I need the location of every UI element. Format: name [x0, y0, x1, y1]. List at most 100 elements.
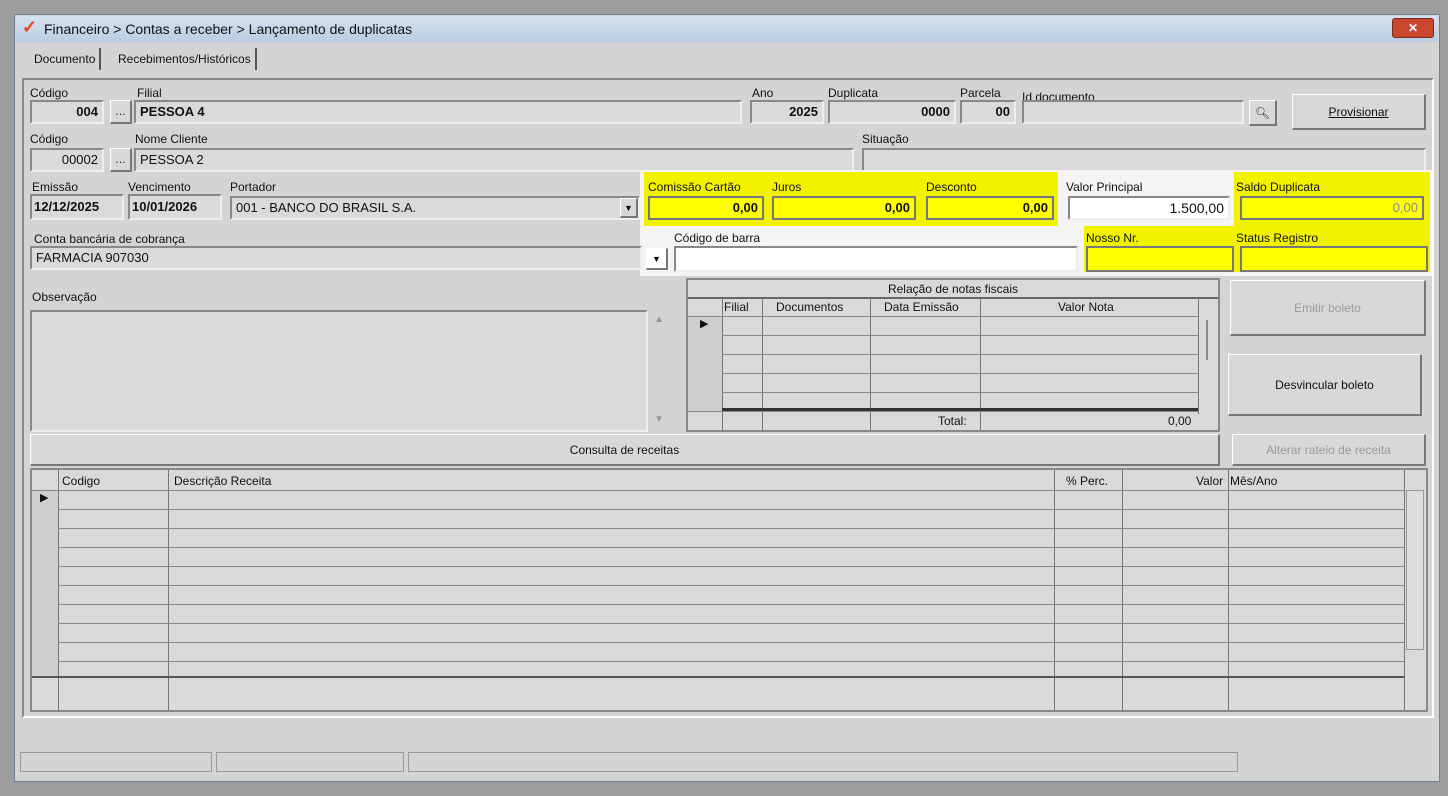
desconto-label: Desconto: [926, 180, 977, 194]
row-pointer-icon: ▶: [700, 318, 709, 330]
desconto-input[interactable]: 0,00: [926, 196, 1054, 220]
situacao-label: Situação: [862, 132, 909, 146]
comissao-input[interactable]: 0,00: [648, 196, 764, 220]
portador-label: Portador: [230, 180, 277, 194]
col-codigo[interactable]: Codigo: [62, 474, 100, 488]
duplicata-label: Duplicata: [828, 86, 879, 100]
notas-fiscais-grid[interactable]: Relação de notas fiscais Filial Document…: [686, 278, 1220, 432]
col-filial[interactable]: Filial: [724, 300, 749, 314]
grid-column-divider: [1228, 470, 1229, 710]
grid-column-divider: [58, 470, 59, 710]
title-bar: ✓ Financeiro > Contas a receber > Lançam…: [16, 16, 1438, 42]
col-documentos[interactable]: Documentos: [776, 300, 843, 314]
filial-codigo-label: Código: [30, 86, 69, 100]
juros-input[interactable]: 0,00: [772, 196, 916, 220]
filial-input[interactable]: PESSOA 4: [134, 100, 742, 124]
col-valor[interactable]: Valor: [1196, 474, 1223, 488]
grid-row-divider: [32, 528, 1404, 529]
desvincular-boleto-button[interactable]: Desvincular boleto: [1228, 354, 1422, 416]
portador-dropdown-icon[interactable]: ▼: [620, 198, 638, 218]
consulta-receitas-button[interactable]: Consulta de receitas: [30, 434, 1220, 466]
filial-label: Filial: [137, 86, 162, 100]
conta-dropdown-icon[interactable]: ▼: [646, 248, 668, 270]
id-documento-input[interactable]: [1022, 100, 1244, 124]
search-button[interactable]: 🔍︎: [1249, 100, 1277, 126]
grid-total-divider: [688, 408, 1198, 411]
grid-column-divider: [1404, 470, 1405, 710]
close-button[interactable]: ✕: [1392, 18, 1434, 38]
grid-row-divider: [32, 604, 1404, 605]
notas-total-label: Total:: [938, 414, 967, 428]
grid-row-divider: [32, 566, 1404, 567]
col-valor-nota[interactable]: Valor Nota: [1058, 300, 1114, 314]
juros-label: Juros: [772, 180, 802, 194]
grid-scrollbar: [1206, 320, 1208, 360]
observacao-textarea[interactable]: [30, 310, 648, 432]
observacao-label: Observação: [32, 290, 97, 304]
ano-input[interactable]: 2025: [750, 100, 824, 124]
tab-documento[interactable]: Documento: [30, 48, 102, 70]
notas-total-value: 0,00: [1168, 414, 1192, 428]
nosso-nr-input[interactable]: [1086, 246, 1234, 272]
status-registro-label: Status Registro: [1236, 231, 1319, 245]
status-registro-input[interactable]: [1240, 246, 1428, 272]
conta-label: Conta bancária de cobrança: [34, 232, 185, 246]
conta-select[interactable]: FARMACIA 907030: [30, 246, 642, 270]
nosso-nr-label: Nosso Nr.: [1086, 231, 1139, 245]
cliente-codigo-label: Código: [30, 132, 69, 146]
grid-row-divider: [32, 547, 1404, 548]
grid-row-divider: [688, 392, 1198, 393]
grid-row-divider: [32, 585, 1404, 586]
duplicata-input[interactable]: 0000: [828, 100, 956, 124]
col-mes-ano[interactable]: Mês/Ano: [1230, 474, 1277, 488]
grid-row-divider: [32, 661, 1404, 662]
alterar-rateio-button[interactable]: Alterar rateio de receita: [1232, 434, 1426, 466]
grid-row-divider: [32, 642, 1404, 643]
grid-row-divider: [688, 411, 1198, 412]
grid-row-divider: [688, 335, 1198, 336]
parcela-label: Parcela: [960, 86, 1001, 100]
notas-grid-title: Relação de notas fiscais: [887, 282, 1019, 296]
saldo-label: Saldo Duplicata: [1236, 180, 1321, 194]
receitas-grid[interactable]: Codigo Descrição Receita % Perc. Valor M…: [30, 468, 1428, 712]
grid-row-divider: [32, 623, 1404, 624]
emitir-boleto-button[interactable]: Emitir boleto: [1230, 280, 1426, 336]
comissao-label: Comissão Cartão: [648, 180, 741, 194]
scroll-up-icon[interactable]: ▲: [654, 314, 664, 325]
vencimento-label: Vencimento: [128, 180, 191, 194]
valor-principal-label: Valor Principal: [1066, 180, 1143, 194]
grid-row-divider: [32, 490, 1404, 491]
filial-lookup-button[interactable]: …: [110, 100, 132, 124]
tab-recebimentos-historicos[interactable]: Recebimentos/Históricos: [114, 48, 257, 70]
nome-cliente-label: Nome Cliente: [135, 132, 208, 146]
vencimento-input[interactable]: 10/01/2026: [128, 194, 222, 220]
status-panel-1: [20, 752, 212, 772]
app-logo-icon: ✓: [22, 17, 38, 37]
provisionar-button[interactable]: Provisionar: [1292, 94, 1426, 130]
window-title: Financeiro > Contas a receber > Lançamen…: [44, 21, 413, 37]
parcela-input[interactable]: 00: [960, 100, 1016, 124]
grid-row-divider: [688, 354, 1198, 355]
col-perc[interactable]: % Perc.: [1066, 474, 1108, 488]
codigo-barra-input[interactable]: [674, 246, 1078, 272]
scroll-down-icon[interactable]: ▼: [654, 414, 664, 425]
portador-select[interactable]: 001 - BANCO DO BRASIL S.A.: [230, 196, 640, 220]
row-pointer-icon: ▶: [40, 492, 49, 504]
emissao-input[interactable]: 12/12/2025: [30, 194, 124, 220]
grid-column-divider: [168, 470, 169, 710]
filial-codigo-input[interactable]: 004: [30, 100, 104, 124]
grid-row-divider: [32, 509, 1404, 510]
grid-indicator-column: [32, 491, 58, 676]
cliente-codigo-input[interactable]: 00002: [30, 148, 104, 172]
status-panel-3: [408, 752, 1238, 772]
nome-cliente-input[interactable]: PESSOA 2: [134, 148, 854, 172]
col-descricao-receita[interactable]: Descrição Receita: [174, 474, 271, 488]
search-icon: 🔍︎: [1254, 105, 1271, 120]
valor-principal-input[interactable]: 1.500,00: [1068, 196, 1230, 220]
cliente-lookup-button[interactable]: …: [110, 148, 132, 172]
saldo-input[interactable]: 0,00: [1240, 196, 1424, 220]
emissao-label: Emissão: [32, 180, 79, 194]
grid-scrollbar: [1406, 490, 1424, 650]
col-data-emissao[interactable]: Data Emissão: [884, 300, 959, 314]
situacao-input[interactable]: [862, 148, 1426, 172]
